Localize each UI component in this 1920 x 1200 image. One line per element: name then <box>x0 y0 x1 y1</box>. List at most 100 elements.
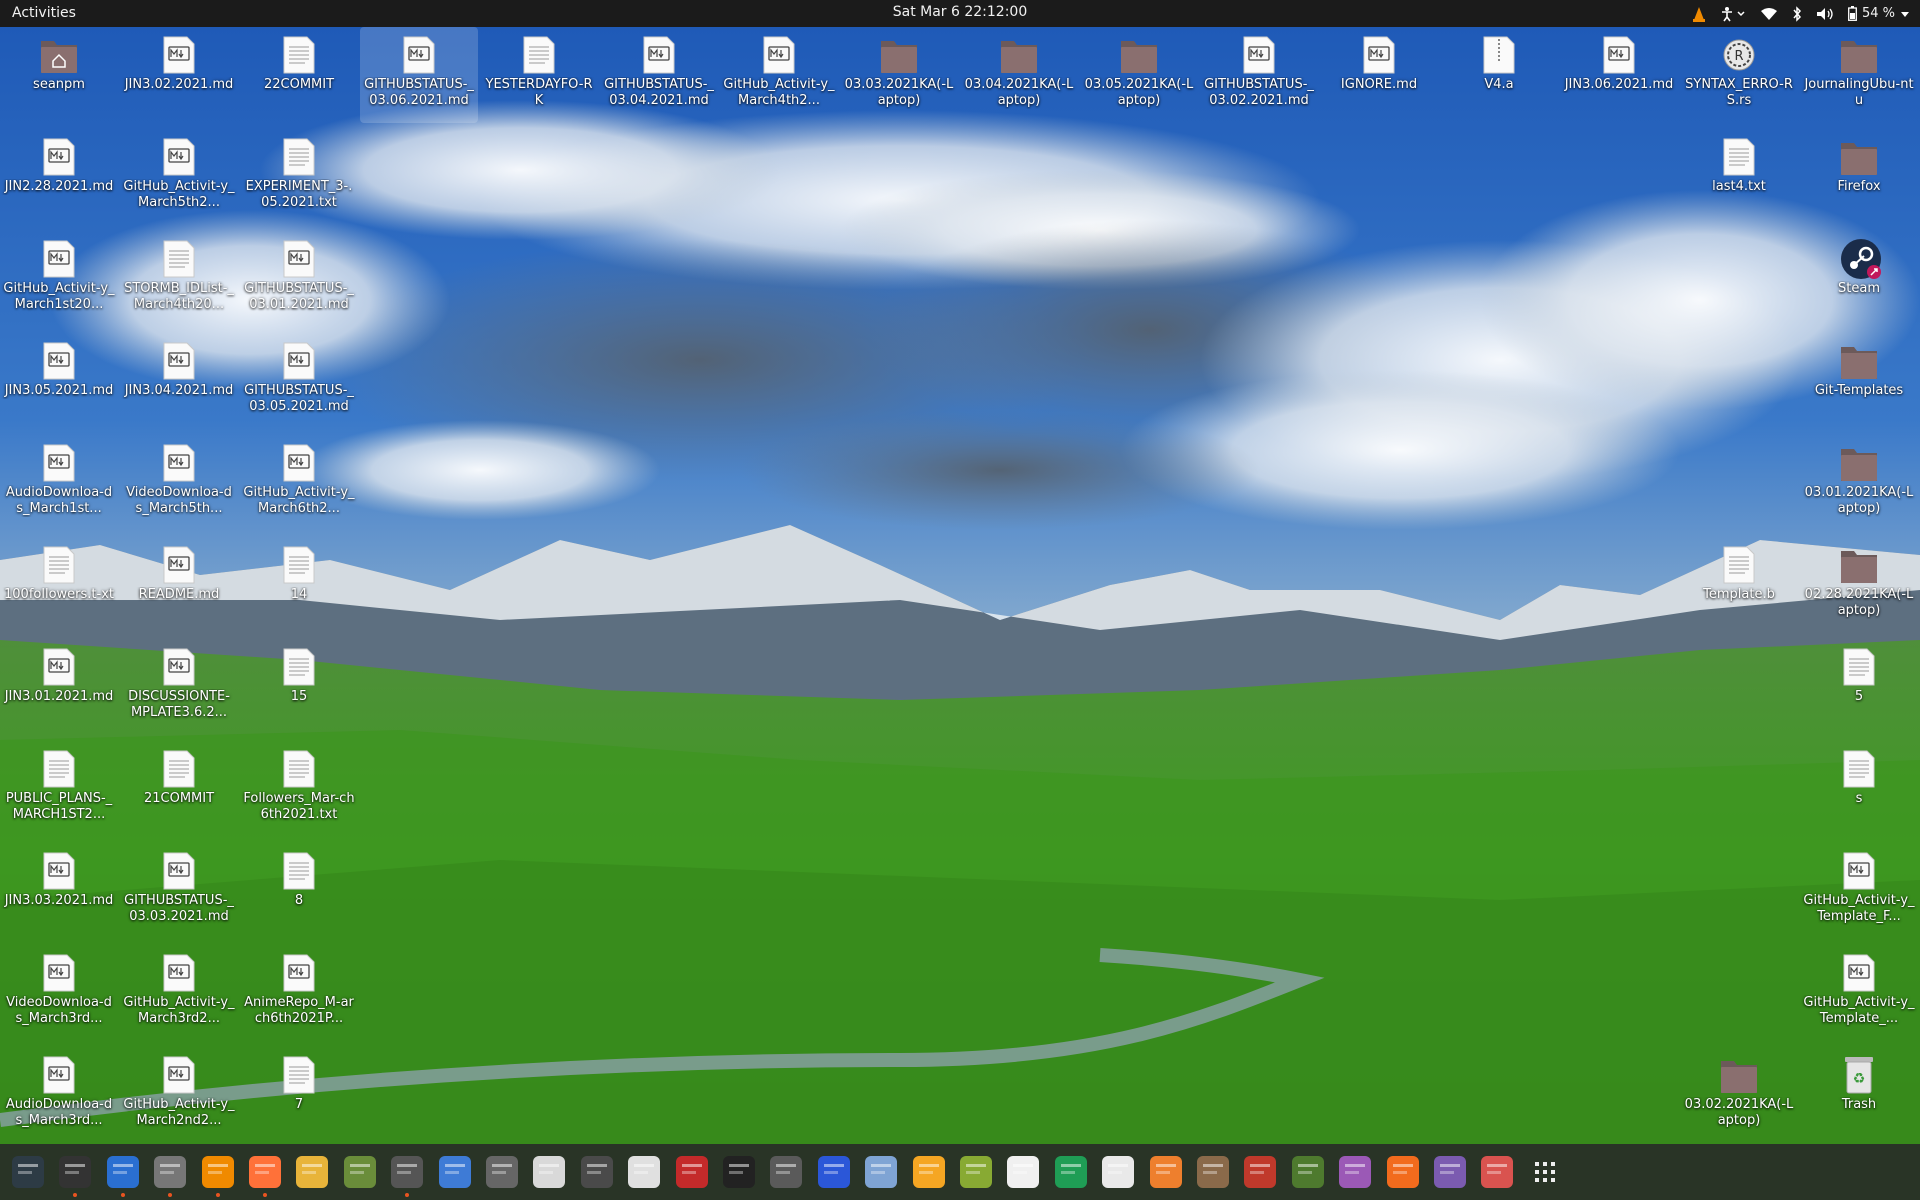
desktop-icon[interactable]: YESTERDAYFO-RK <box>480 27 598 123</box>
desktop-icon[interactable]: GitHub_Activit-y_March1st20... <box>0 231 118 327</box>
desktop-icon[interactable]: AudioDownloa-ds_March1st... <box>0 435 118 531</box>
notes-icon[interactable] <box>290 1150 334 1194</box>
desktop-icon[interactable]: README.md <box>120 537 238 633</box>
desktop-icon[interactable]: GitHub_Activit-y_March3rd2... <box>120 945 238 1041</box>
files-icon[interactable] <box>148 1150 192 1197</box>
desktop-icon[interactable]: 14 <box>240 537 358 633</box>
spreadsheet-icon[interactable] <box>1049 1150 1093 1194</box>
presentation-icon[interactable] <box>1144 1150 1188 1194</box>
desktop-icon[interactable]: JIN3.06.2021.md <box>1560 27 1678 123</box>
desktop-icon[interactable]: JournalingUbu-ntu <box>1800 27 1918 123</box>
desktop-icon[interactable]: EXPERIMENT_3-.05.2021.txt <box>240 129 358 225</box>
battery-icon[interactable]: 54 % <box>1848 6 1910 21</box>
desktop-icon[interactable]: GITHUBSTATUS-_03.01.2021.md <box>240 231 358 327</box>
clock-icon[interactable] <box>764 1150 808 1194</box>
software-updater-icon[interactable] <box>575 1150 619 1194</box>
desktop-icon[interactable]: 03.03.2021KA(-Laptop) <box>840 27 958 123</box>
wifi-icon[interactable] <box>1760 7 1778 21</box>
vlc-icon[interactable] <box>196 1150 240 1197</box>
desktop-icon[interactable]: R SYNTAX_ERRO-RS.rs <box>1680 27 1798 123</box>
desktop-icon[interactable]: GITHUBSTATUS-_03.05.2021.md <box>240 333 358 429</box>
vlc-tray-icon[interactable] <box>1692 6 1706 22</box>
desktop-icon[interactable]: 22COMMIT <box>240 27 358 123</box>
desktop-icon[interactable]: AudioDownloa-ds_March3rd... <box>0 1047 118 1143</box>
desktop-icon[interactable]: Firefox <box>1800 129 1918 225</box>
puzzle-icon[interactable] <box>338 1150 382 1194</box>
desktop-icon[interactable]: GITHUBSTATUS-_03.03.2021.md <box>120 843 238 939</box>
desktop-icon[interactable]: ♻ Trash <box>1800 1047 1918 1143</box>
desktop[interactable]: seanpm JIN3.02.2021.md 22COMMIT GITHUBSTATU… <box>0 27 1920 1144</box>
terminal-icon[interactable] <box>53 1150 97 1197</box>
desktop-icon[interactable]: Steam <box>1800 231 1918 327</box>
desktop-icon[interactable]: PUBLIC_PLANS-_MARCH1ST2... <box>0 741 118 837</box>
desktop-icon[interactable]: Followers_Mar-ch6th2021.txt <box>240 741 358 837</box>
activities-button[interactable]: Activities <box>12 5 76 21</box>
desktop-icon[interactable]: GitHub_Activit-y_March6th2... <box>240 435 358 531</box>
desktop-icon[interactable]: JIN3.05.2021.md <box>0 333 118 429</box>
desktop-icon[interactable]: IGNORE.md <box>1320 27 1438 123</box>
volume-icon[interactable] <box>1816 7 1834 21</box>
desktop-icon[interactable]: GITHUBSTATUS-_03.02.2021.md <box>1200 27 1318 123</box>
desktop-icon[interactable]: GitHub_Activit-y_March4th2... <box>720 27 838 123</box>
system-tray[interactable]: 54 % <box>1692 3 1910 24</box>
minecraft-icon[interactable] <box>1286 1150 1330 1194</box>
blender-icon[interactable] <box>907 1150 951 1194</box>
character-map-icon[interactable] <box>1001 1150 1045 1194</box>
desktop-icon[interactable]: 8 <box>240 843 358 939</box>
desktop-icon[interactable]: Template.b <box>1680 537 1798 633</box>
desktop-icon[interactable]: GITHUBSTATUS-_03.06.2021.md <box>360 27 478 123</box>
bluetooth-icon[interactable] <box>1792 5 1802 22</box>
desktop-icon[interactable]: JIN2.28.2021.md <box>0 129 118 225</box>
chevron-down-icon[interactable] <box>1900 10 1910 18</box>
desktop-icon[interactable]: 7 <box>240 1047 358 1143</box>
document-viewer-icon[interactable] <box>433 1150 477 1194</box>
desktop-icon[interactable]: JIN3.01.2021.md <box>0 639 118 735</box>
desktop-icon[interactable]: s <box>1800 741 1918 837</box>
desktop-icon[interactable]: DISCUSSIONTE-MPLATE3.6.2... <box>120 639 238 735</box>
desktop-icon[interactable]: STORMB_IDList-_March4th20... <box>120 231 238 327</box>
disk-usage-icon[interactable] <box>1475 1150 1519 1194</box>
settings-icon[interactable] <box>385 1150 429 1197</box>
desktop-icon[interactable]: 15 <box>240 639 358 735</box>
image-editor-icon[interactable] <box>954 1150 998 1194</box>
desktop-icon[interactable]: JIN3.02.2021.md <box>120 27 238 123</box>
desktop-icon[interactable]: 03.02.2021KA(-Laptop) <box>1680 1047 1798 1143</box>
desktop-icon[interactable]: 03.05.2021KA(-Laptop) <box>1080 27 1198 123</box>
mario-icon[interactable] <box>1238 1150 1282 1194</box>
desktop-icon[interactable]: 02.28.2021KA(-Laptop) <box>1800 537 1918 633</box>
desktop-icon[interactable]: AnimeRepo_M-arch6th2021P... <box>240 945 358 1041</box>
audio-editor-icon[interactable] <box>527 1150 571 1194</box>
search-icon[interactable] <box>480 1150 524 1194</box>
desktop-icon[interactable]: VideoDownloa-ds_March3rd... <box>0 945 118 1041</box>
text-editor-icon[interactable] <box>101 1150 145 1197</box>
screenshot-icon[interactable] <box>812 1150 856 1194</box>
desktop-icon[interactable]: last4.txt <box>1680 129 1798 225</box>
desktop-icon[interactable]: VideoDownloa-ds_March5th... <box>120 435 238 531</box>
desktop-icon[interactable]: 21COMMIT <box>120 741 238 837</box>
desktop-icon[interactable]: JIN3.03.2021.md <box>0 843 118 939</box>
desktop-icon[interactable]: GitHub_Activit-y_March5th2... <box>120 129 238 225</box>
desktop-icon[interactable]: GitHub_Activit-y_Template_... <box>1800 945 1918 1041</box>
desktop-icon[interactable]: JIN3.04.2021.md <box>120 333 238 429</box>
desktop-icon[interactable]: 03.04.2021KA(-Laptop) <box>960 27 1078 123</box>
desktop-icon[interactable]: seanpm <box>0 27 118 123</box>
desktop-icon[interactable]: Git-Templates <box>1800 333 1918 429</box>
desktop-icon[interactable]: GitHub_Activit-y_March2nd2... <box>120 1047 238 1143</box>
inkscape-icon[interactable] <box>717 1150 761 1194</box>
system-monitor-icon[interactable] <box>6 1150 50 1194</box>
tweaks-icon[interactable] <box>1333 1150 1377 1194</box>
show-apps-icon[interactable] <box>1523 1150 1567 1194</box>
camera-icon[interactable] <box>1428 1150 1472 1194</box>
desktop-icon[interactable]: 03.01.2021KA(-Laptop) <box>1800 435 1918 531</box>
image-viewer-icon[interactable] <box>622 1150 666 1194</box>
desktop-icon[interactable]: V4.a <box>1440 27 1558 123</box>
clock[interactable]: Sat Mar 6 22:12:00 <box>893 4 1028 20</box>
desktop-icon[interactable]: GitHub_Activit-y_Template_F... <box>1800 843 1918 939</box>
desktop-icon[interactable]: 100followers.t-xt <box>0 537 118 633</box>
desktop-icon[interactable]: GITHUBSTATUS-_03.04.2021.md <box>600 27 718 123</box>
accessibility-icon[interactable] <box>1720 6 1746 22</box>
gimp-icon[interactable] <box>1191 1150 1235 1194</box>
software-center-icon[interactable] <box>1381 1150 1425 1194</box>
desktop-icon[interactable]: 5 <box>1800 639 1918 735</box>
virtualbox-icon[interactable] <box>859 1150 903 1194</box>
